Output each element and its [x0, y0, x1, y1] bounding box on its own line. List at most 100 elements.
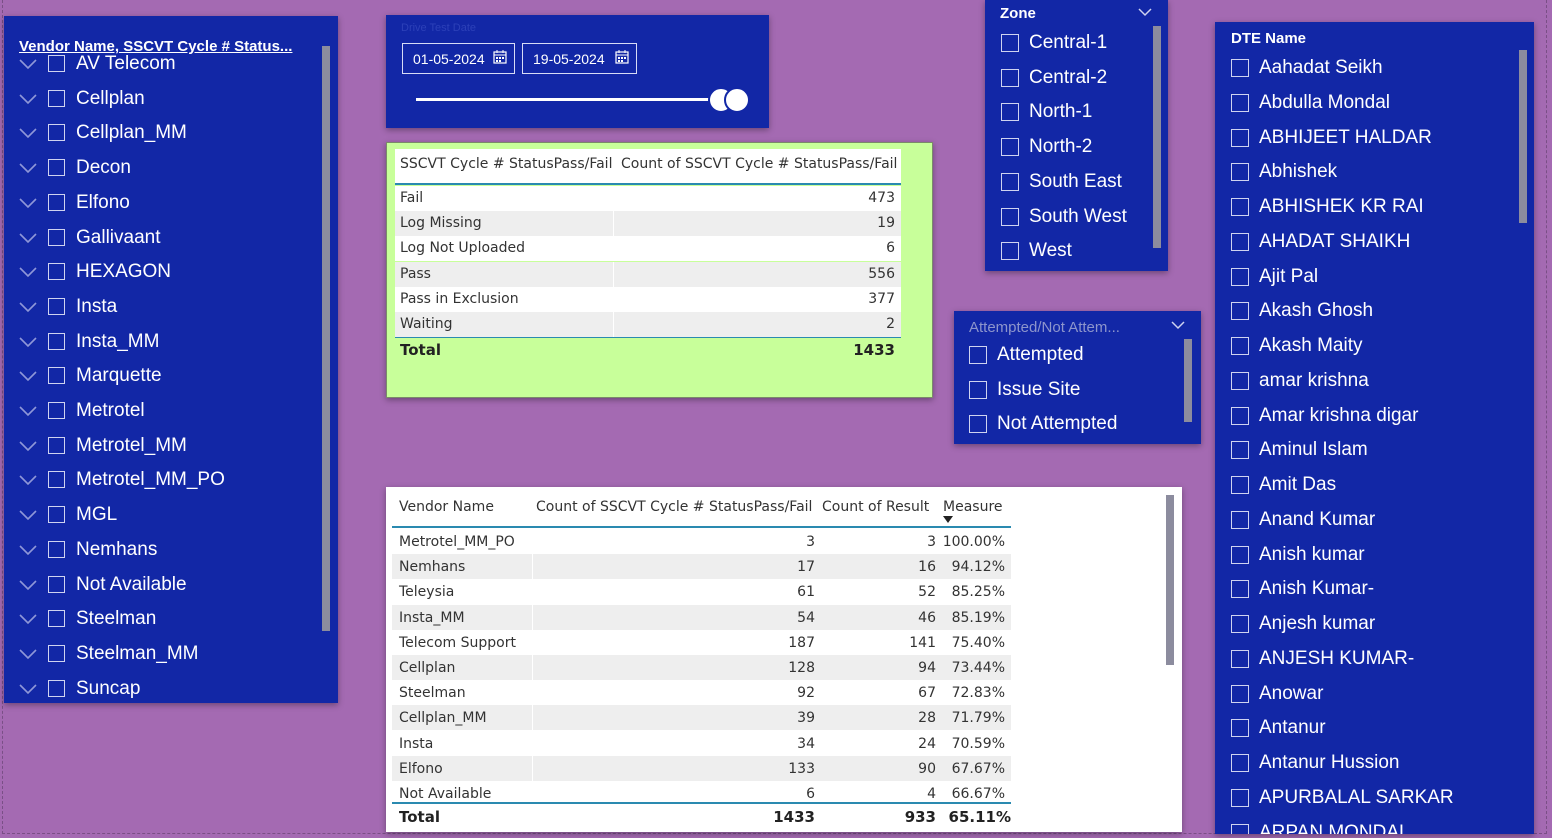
chevron-down-icon[interactable] [1171, 320, 1185, 330]
checkbox[interactable] [1231, 649, 1249, 668]
chevron-down-icon[interactable] [18, 366, 38, 386]
zone-scrollbar[interactable] [1153, 26, 1161, 248]
checkbox[interactable] [48, 402, 65, 419]
checkbox[interactable] [969, 415, 987, 433]
vendor-slicer[interactable]: Vendor Name, SSCVT Cycle # Status... AV … [4, 16, 338, 703]
chevron-down-icon[interactable] [18, 609, 38, 629]
start-date-field[interactable]: 01-05-2024 [402, 43, 515, 74]
chevron-down-icon[interactable] [18, 436, 38, 456]
checkbox[interactable] [1231, 163, 1249, 182]
chevron-down-icon[interactable] [18, 505, 38, 525]
chevron-down-icon[interactable] [18, 401, 38, 421]
dte-scrollbar[interactable] [1519, 50, 1527, 223]
checkbox[interactable] [48, 297, 65, 315]
calendar-icon[interactable] [493, 50, 507, 64]
chevron-down-icon[interactable] [18, 575, 38, 595]
checkbox[interactable] [1001, 242, 1019, 261]
checkbox[interactable] [1001, 34, 1019, 52]
checkbox[interactable] [48, 193, 65, 211]
chevron-down-icon[interactable] [18, 123, 38, 143]
checkbox[interactable] [48, 89, 65, 107]
checkbox[interactable] [969, 380, 987, 399]
checkbox[interactable] [1231, 545, 1249, 564]
checkbox[interactable] [1231, 476, 1249, 494]
vendor-slicer-item[interactable]: Metrotel [4, 399, 314, 433]
chevron-down-icon[interactable] [18, 470, 38, 490]
chevron-down-icon[interactable] [18, 54, 38, 74]
vendor-slicer-item[interactable]: Marquette [4, 364, 314, 398]
checkbox[interactable] [48, 471, 65, 489]
vendor-slicer-item[interactable]: Steelman [4, 607, 314, 641]
header-count-result[interactable]: Count of Result [822, 499, 929, 515]
checkbox[interactable] [1231, 823, 1249, 834]
end-date-field[interactable]: 19-05-2024 [522, 43, 637, 74]
zone-slicer[interactable]: Zone Central-1 Central-2 North-1 North-2 Sou… [985, 0, 1168, 271]
checkbox[interactable] [48, 367, 65, 385]
chevron-down-icon[interactable] [18, 332, 38, 352]
vendor-slicer-item[interactable]: MGL [4, 503, 314, 537]
checkbox[interactable] [48, 124, 65, 142]
vendor-slicer-item[interactable]: Suncap [4, 677, 314, 703]
checkbox[interactable] [1231, 580, 1249, 599]
chevron-down-icon[interactable] [18, 228, 38, 248]
chevron-down-icon[interactable] [18, 262, 38, 282]
chevron-down-icon[interactable] [18, 679, 38, 699]
vendor-slicer-item[interactable]: Steelman_MM [4, 642, 314, 676]
vendor-slicer-item[interactable]: Nemhans [4, 538, 314, 572]
chevron-down-icon[interactable] [1138, 7, 1152, 17]
checkbox[interactable] [1001, 68, 1019, 87]
vendor-slicer-item[interactable]: HEXAGON [4, 260, 314, 294]
checkbox[interactable] [48, 610, 65, 628]
vendor-slicer-item[interactable]: Cellplan [4, 87, 314, 121]
checkbox[interactable] [1231, 198, 1249, 216]
checkbox[interactable] [1231, 267, 1249, 286]
checkbox[interactable] [1231, 615, 1249, 633]
checkbox[interactable] [48, 55, 65, 72]
vendor-slicer-item[interactable]: Insta_MM [4, 330, 314, 364]
checkbox[interactable] [1231, 59, 1249, 77]
vendor-slicer-item[interactable]: Metrotel_MM [4, 434, 314, 468]
dte-name-slicer[interactable]: DTE Name Aahadat Seikh Abdulla Mondal ABHI… [1215, 22, 1534, 834]
vendor-slicer-item[interactable]: Cellplan_MM [4, 121, 314, 155]
vendor-scrollbar[interactable] [322, 46, 330, 631]
checkbox[interactable] [48, 332, 65, 350]
checkbox[interactable] [1231, 128, 1249, 147]
checkbox[interactable] [1231, 337, 1249, 355]
summary-header-status[interactable]: SSCVT Cycle # StatusPass/Fail [400, 156, 612, 172]
vendor-table-scrollbar[interactable] [1166, 495, 1174, 665]
header-vendor-name[interactable]: Vendor Name [399, 499, 494, 515]
checkbox[interactable] [1231, 441, 1249, 460]
checkbox[interactable] [48, 644, 65, 662]
checkbox[interactable] [1001, 172, 1019, 191]
vendor-slicer-item[interactable]: Insta [4, 295, 314, 329]
chevron-down-icon[interactable] [18, 158, 38, 178]
checkbox[interactable] [48, 679, 65, 697]
sort-descending-icon[interactable] [943, 516, 953, 524]
chevron-down-icon[interactable] [18, 644, 38, 664]
checkbox[interactable] [48, 436, 65, 454]
summary-header-count[interactable]: Count of SSCVT Cycle # StatusPass/Fail [621, 156, 897, 172]
checkbox[interactable] [1231, 406, 1249, 425]
checkbox[interactable] [1001, 207, 1019, 226]
checkbox[interactable] [1231, 232, 1249, 251]
checkbox[interactable] [1001, 103, 1019, 122]
checkbox[interactable] [48, 159, 65, 177]
chevron-down-icon[interactable] [18, 89, 38, 109]
chevron-down-icon[interactable] [18, 193, 38, 213]
checkbox[interactable] [969, 346, 987, 364]
checkbox[interactable] [1001, 138, 1019, 157]
attempted-scrollbar[interactable] [1184, 339, 1192, 422]
checkbox[interactable] [48, 228, 65, 246]
checkbox[interactable] [1231, 754, 1249, 772]
date-range-track[interactable] [416, 98, 726, 101]
vendor-slicer-item[interactable]: Gallivaant [4, 226, 314, 260]
chevron-down-icon[interactable] [18, 540, 38, 560]
checkbox[interactable] [1231, 510, 1249, 529]
chevron-down-icon[interactable] [18, 297, 38, 317]
vendor-slicer-item[interactable]: AV Telecom [4, 52, 314, 86]
header-measure[interactable]: Measure [943, 499, 1003, 515]
vendor-slicer-item[interactable]: Decon [4, 156, 314, 190]
attempted-slicer[interactable]: Attempted/Not Attem... Attempted Issue Si… [954, 311, 1201, 444]
checkbox[interactable] [48, 263, 65, 281]
vendor-slicer-item[interactable]: Not Available [4, 573, 314, 607]
